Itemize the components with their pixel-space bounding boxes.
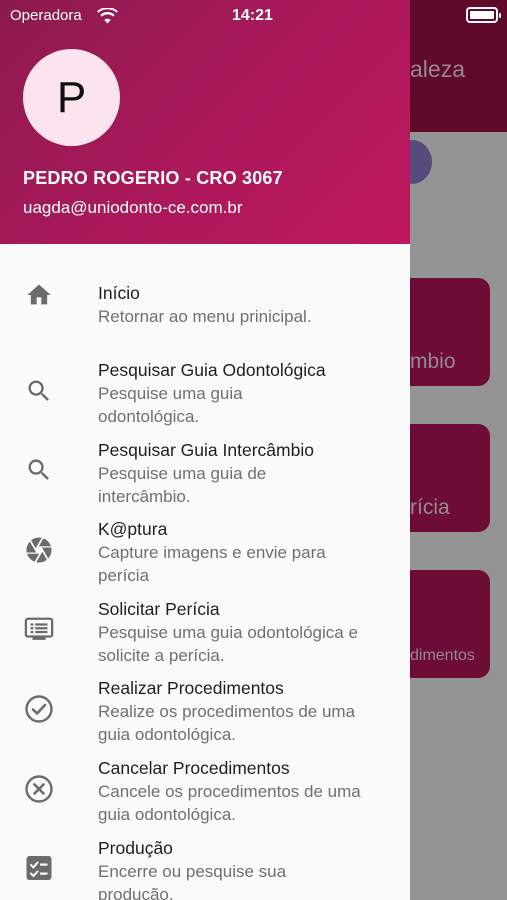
search-icon (24, 455, 54, 485)
cancel-circle-icon (24, 774, 54, 804)
wifi-icon (97, 7, 118, 29)
checklist-icon (24, 853, 54, 883)
monitor-list-icon (24, 614, 54, 644)
menu-item-title: Produção (98, 838, 173, 858)
menu-item-title: K@ptura (98, 519, 168, 539)
menu-item-subtitle: Pesquise uma guia odontológica. (98, 384, 243, 426)
check-circle-icon (24, 694, 54, 724)
avatar: P (23, 49, 120, 146)
carrier-label: Operadora (10, 7, 82, 24)
status-bar: Operadora 14:21 (0, 0, 507, 34)
menu-item-title: Cancelar Procedimentos (98, 758, 290, 778)
user-name: PEDRO ROGERIO - CRO 3067 (23, 168, 283, 188)
clock: 14:21 (232, 7, 273, 24)
menu-item-subtitle: Encerre ou pesquise sua produção. (98, 862, 287, 900)
drawer-header: P PEDRO ROGERIO - CRO 3067 uagda@uniodon… (0, 0, 410, 244)
menu-item-title: Solicitar Perícia (98, 599, 220, 619)
menu-item-title: Pesquisar Guia Odontológica (98, 360, 326, 380)
menu-item-subtitle: Pesquise uma guia odontológica e solicit… (98, 623, 358, 665)
menu-item-solicitar-pericia[interactable]: Solicitar Perícia Pesquise uma guia odon… (0, 599, 410, 679)
search-icon (24, 376, 54, 406)
menu-item-title: Pesquisar Guia Intercâmbio (98, 440, 314, 460)
battery-icon (466, 7, 501, 23)
menu-item-title: Realizar Procedimentos (98, 678, 284, 698)
menu-item-cancelar-procedimentos[interactable]: Cancelar Procedimentos Cancele os proced… (0, 758, 410, 838)
user-email: uagda@uniodonto-ce.com.br (23, 198, 243, 217)
menu-item-realizar-procedimentos[interactable]: Realizar Procedimentos Realize os proced… (0, 678, 410, 758)
menu-item-title: Início (98, 283, 140, 303)
menu-item-producao[interactable]: Produção Encerre ou pesquise sua produçã… (0, 838, 410, 900)
menu-item-subtitle: Cancele os procedimentos de uma guia odo… (98, 782, 361, 824)
navigation-drawer: P PEDRO ROGERIO - CRO 3067 uagda@uniodon… (0, 0, 410, 900)
menu-item-inicio[interactable]: Início Retornar ao menu prinicipal. (0, 283, 410, 363)
menu-item-subtitle: Retornar ao menu prinicipal. (98, 307, 312, 326)
menu-item-pesquisar-guia-intercambio[interactable]: Pesquisar Guia Intercâmbio Pesquise uma … (0, 440, 410, 520)
camera-shutter-icon (24, 535, 54, 565)
menu-item-subtitle: Pesquise uma guia de intercâmbio. (98, 464, 267, 506)
menu-item-pesquisar-guia-odontologica[interactable]: Pesquisar Guia Odontológica Pesquise uma… (0, 360, 410, 440)
home-icon (24, 280, 54, 310)
menu-item-kaptura[interactable]: K@ptura Capture imagens e envie para per… (0, 519, 410, 599)
menu-item-subtitle: Realize os procedimentos de uma guia odo… (98, 702, 356, 744)
menu-item-subtitle: Capture imagens e envie para perícia (98, 543, 326, 585)
